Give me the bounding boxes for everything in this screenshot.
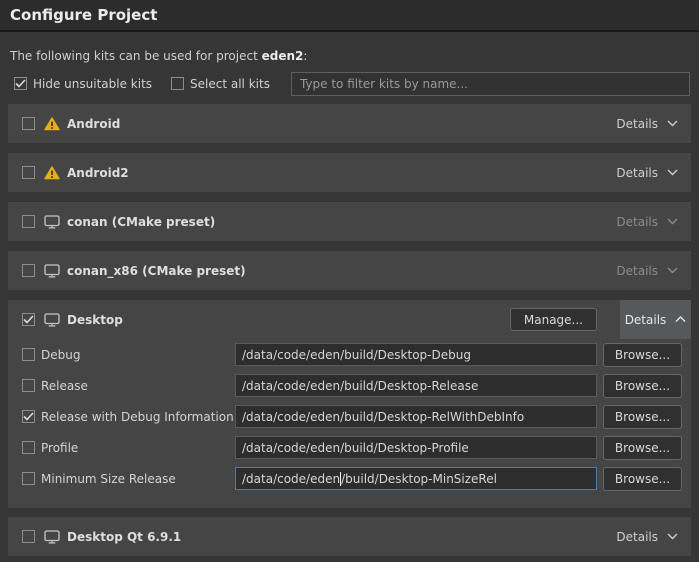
manage-kits-button[interactable]: Manage... [510, 308, 597, 331]
hide-unsuitable-kits-label: Hide unsuitable kits [33, 77, 152, 91]
desktop-icon [44, 530, 60, 544]
kit-row-conan: conan (CMake preset) Details [8, 202, 691, 241]
select-all-kits-label: Select all kits [190, 77, 270, 91]
warning-icon [44, 166, 60, 180]
desktop-icon [44, 215, 60, 229]
config-checkbox-checked[interactable] [22, 410, 35, 423]
config-label: Profile [41, 441, 235, 455]
kit-checkbox[interactable] [22, 264, 35, 277]
build-config-row-relwithdebinfo: Release with Debug Information Browse... [8, 401, 691, 432]
kit-name: conan_x86 (CMake preset) [67, 264, 246, 278]
build-config-row-release: Release Browse... [8, 370, 691, 401]
build-config-row-minsizerel: Minimum Size Release /data/code/eden /bu… [8, 463, 691, 494]
checkbox-checked-icon[interactable] [14, 77, 27, 90]
kit-checkbox[interactable] [22, 215, 35, 228]
details-toggle-disabled: Details [613, 215, 681, 229]
build-dir-input[interactable] [235, 374, 597, 397]
config-checkbox[interactable] [22, 441, 35, 454]
config-label: Debug [41, 348, 235, 362]
checkbox-unchecked-icon[interactable] [171, 77, 184, 90]
kit-filter-bar: Hide unsuitable kits Select all kits [14, 71, 690, 96]
details-toggle[interactable]: Details [613, 117, 681, 131]
kit-row-desktop: Desktop Manage... Details [8, 300, 691, 339]
build-dir-input-focused[interactable]: /data/code/eden /build/Desktop-MinSizeRe… [235, 467, 597, 490]
details-label: Details [616, 215, 658, 229]
chevron-down-icon [667, 120, 678, 127]
select-all-kits-checkbox[interactable]: Select all kits [171, 77, 270, 91]
kit-name: Android2 [67, 166, 129, 180]
config-checkbox[interactable] [22, 348, 35, 361]
hide-unsuitable-kits-checkbox[interactable]: Hide unsuitable kits [14, 77, 152, 91]
chevron-down-icon [667, 218, 678, 225]
details-label: Details [616, 166, 658, 180]
kit-row-android2: Android2 Details [8, 153, 691, 192]
kit-checkbox[interactable] [22, 166, 35, 179]
kit-name: Desktop Qt 6.9.1 [67, 530, 181, 544]
kit-row-android: Android Details [8, 104, 691, 143]
kit-row-conan-x86: conan_x86 (CMake preset) Details [8, 251, 691, 290]
kit-checkbox[interactable] [22, 117, 35, 130]
kit-checkbox[interactable] [22, 530, 35, 543]
check-icon [15, 79, 26, 88]
build-config-row-debug: Debug Browse... [8, 339, 691, 370]
details-toggle[interactable]: Details [613, 530, 681, 544]
chevron-down-icon [667, 533, 678, 540]
browse-button[interactable]: Browse... [603, 343, 682, 367]
intro-prefix: The following kits can be used for proje… [10, 49, 262, 63]
filter-kits-input[interactable] [291, 72, 690, 96]
warning-icon [44, 117, 60, 131]
build-dir-input[interactable] [235, 436, 597, 459]
details-toggle[interactable]: Details [613, 166, 681, 180]
build-dir-input[interactable] [235, 405, 597, 428]
check-icon [23, 315, 34, 324]
kit-section-desktop: Desktop Manage... Details Debug Browse..… [8, 300, 691, 508]
intro-suffix: : [303, 49, 307, 63]
path-text-after-caret: /build/Desktop-MinSizeRel [341, 472, 497, 486]
desktop-icon [44, 313, 60, 327]
chevron-down-icon [667, 267, 678, 274]
details-label: Details [625, 313, 667, 327]
build-config-row-profile: Profile Browse... [8, 432, 691, 463]
chevron-up-icon [675, 316, 686, 323]
build-dir-input[interactable] [235, 343, 597, 366]
chevron-down-icon [667, 169, 678, 176]
config-checkbox[interactable] [22, 379, 35, 392]
browse-button[interactable]: Browse... [603, 467, 682, 491]
details-toggle-expanded[interactable]: Details [620, 300, 691, 339]
kit-checkbox-checked[interactable] [22, 313, 35, 326]
details-label: Details [616, 117, 658, 131]
path-text-before-caret: /data/code/eden [242, 472, 340, 486]
browse-button[interactable]: Browse... [603, 374, 682, 398]
kit-name: Android [67, 117, 120, 131]
kit-row-desktop-qt: Desktop Qt 6.9.1 Details [8, 517, 691, 556]
config-checkbox[interactable] [22, 472, 35, 485]
check-icon [23, 412, 34, 421]
desktop-icon [44, 264, 60, 278]
browse-button[interactable]: Browse... [603, 405, 682, 429]
config-label: Release with Debug Information [41, 410, 235, 424]
browse-button[interactable]: Browse... [603, 436, 682, 460]
dialog-title-bar: Configure Project [0, 0, 699, 32]
project-name: eden2 [262, 49, 304, 63]
details-toggle-disabled: Details [613, 264, 681, 278]
details-label: Details [616, 264, 658, 278]
details-label: Details [616, 530, 658, 544]
kit-name: Desktop [67, 313, 123, 327]
kit-name: conan (CMake preset) [67, 215, 215, 229]
config-label: Minimum Size Release [41, 472, 235, 486]
config-label: Release [41, 379, 235, 393]
page-title: Configure Project [10, 6, 157, 24]
intro-text: The following kits can be used for proje… [10, 49, 307, 63]
